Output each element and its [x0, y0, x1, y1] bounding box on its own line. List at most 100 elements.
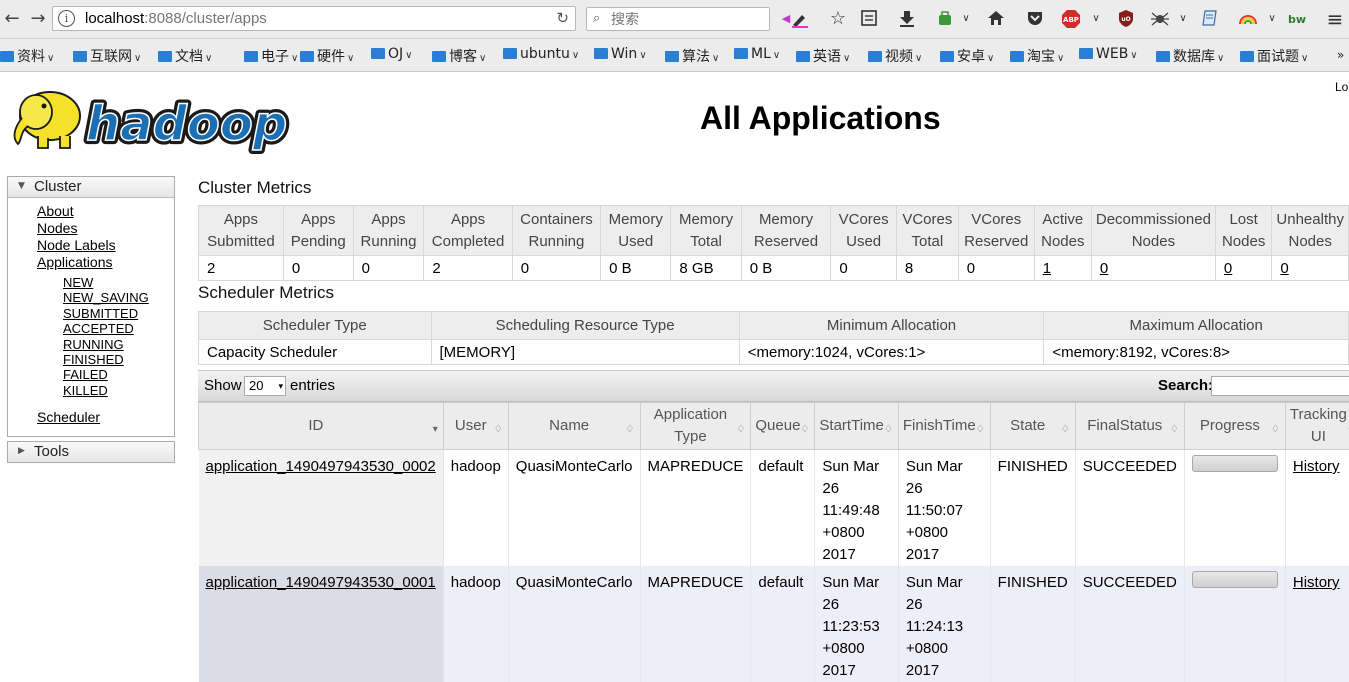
forward-button[interactable]: →	[28, 8, 48, 30]
column-header-start-time[interactable]: StartTime♢	[815, 403, 898, 450]
metric-header: UnhealthyNodes	[1272, 206, 1349, 256]
tools-nav-header[interactable]: ▶ Tools	[8, 442, 174, 462]
nav-applications[interactable]: Applications	[37, 254, 113, 270]
tracking-history-link[interactable]: History	[1293, 458, 1340, 475]
bookmark-folder-7[interactable]: ubuntu∨	[503, 46, 579, 62]
search-label: Search:	[1158, 377, 1213, 394]
bookmark-folder-11[interactable]: 英语∨	[796, 46, 850, 66]
cluster-nav-header[interactable]: ▼ Cluster	[8, 177, 174, 198]
metric-header-line: Memory	[605, 209, 666, 231]
adblock-dropdown-icon[interactable]: ∨	[1086, 9, 1106, 29]
bookmark-folder-2[interactable]: 文档∨	[158, 46, 212, 66]
column-header-label: Type	[645, 426, 737, 448]
app-finish-time: Sun Mar 2611:24:13+0800 2017	[898, 566, 990, 682]
metric-header-line: Running	[358, 231, 420, 253]
elephant-icon	[15, 92, 80, 148]
bookmark-label: 算法	[682, 49, 710, 65]
nav-about[interactable]: About	[37, 203, 74, 219]
bookmark-folder-10[interactable]: ML∨	[734, 46, 780, 62]
bookmark-folder-3[interactable]: 电子∨	[244, 46, 298, 66]
app-id-link[interactable]: application_1490497943530_0001	[206, 574, 436, 591]
metric-link[interactable]: 0	[1280, 260, 1288, 277]
chevron-down-icon: ∨	[347, 53, 354, 64]
metric-header-line: Unhealthy	[1276, 209, 1344, 231]
metric-link[interactable]: 0	[1224, 260, 1232, 277]
bookmark-folder-14[interactable]: 淘宝∨	[1010, 46, 1064, 66]
nav-state-submitted[interactable]: SUBMITTED	[63, 306, 138, 321]
column-header-final-status[interactable]: FinalStatus♢	[1075, 403, 1184, 450]
nav-state-accepted[interactable]: ACCEPTED	[63, 321, 134, 336]
column-header-label: FinishTime	[903, 415, 976, 437]
metric-value: 0	[283, 256, 353, 281]
nav-state-new[interactable]: NEW	[63, 275, 93, 290]
rainbow-dropdown-icon[interactable]: ∨	[1262, 9, 1282, 29]
spider-dropdown-icon[interactable]: ∨	[1173, 9, 1193, 29]
app-user: hadoop	[443, 566, 508, 682]
app-name: QuasiMonteCarlo	[508, 450, 640, 567]
column-header-user[interactable]: User♢	[443, 403, 508, 450]
nav-scheduler[interactable]: Scheduler	[37, 409, 100, 425]
bookmark-folder-17[interactable]: 面试题∨	[1240, 46, 1308, 66]
ublock-icon[interactable]: uO	[1116, 9, 1136, 29]
home-icon[interactable]	[986, 9, 1006, 29]
bookmark-folder-4[interactable]: 硬件∨	[300, 46, 354, 66]
bookmark-folder-8[interactable]: Win∨	[594, 46, 647, 62]
nav-state-new-saving[interactable]: NEW_SAVING	[63, 290, 149, 305]
address-bar[interactable]: i localhost:8088/cluster/apps ↻	[52, 6, 576, 31]
back-button[interactable]: ←	[2, 8, 22, 30]
bookmark-folder-12[interactable]: 视频∨	[868, 46, 922, 66]
nav-state-finished[interactable]: FINISHED	[63, 352, 124, 367]
column-header-id[interactable]: ID▾	[199, 403, 444, 450]
metric-header-line: Submitted	[203, 231, 279, 253]
nav-nodes[interactable]: Nodes	[37, 220, 77, 236]
bookmark-folder-16[interactable]: 数据库∨	[1156, 46, 1224, 66]
metric-link[interactable]: 0	[1100, 260, 1108, 277]
column-header-name[interactable]: Name♢	[508, 403, 640, 450]
bookmarks-overflow-button[interactable]: »	[1337, 48, 1344, 62]
adblock-icon[interactable]: ABP	[1061, 9, 1081, 29]
column-header-application-type[interactable]: ApplicationType♢	[640, 403, 751, 450]
notes-icon[interactable]	[1200, 9, 1220, 29]
nav-state-failed[interactable]: FAILED	[63, 367, 108, 382]
extension-dropdown-icon[interactable]: ∨	[956, 9, 976, 29]
bw-icon[interactable]: bw	[1287, 9, 1307, 29]
bookmark-folder-5[interactable]: OJ∨	[371, 46, 412, 62]
page-size-select[interactable]: 20▾	[244, 376, 286, 396]
table-search-input[interactable]	[1211, 376, 1349, 396]
app-id-link[interactable]: application_1490497943530_0002	[206, 458, 436, 475]
site-info-icon[interactable]: i	[58, 10, 75, 27]
search-input[interactable]	[609, 10, 763, 30]
column-header-tracking-ui[interactable]: TrackingUI♢	[1285, 403, 1349, 450]
app-final-status: SUCCEEDED	[1075, 450, 1184, 567]
finish-time-line: +0800 2017	[906, 522, 983, 566]
highlighter-icon[interactable]	[790, 9, 810, 29]
download-icon[interactable]	[897, 9, 917, 29]
bookmark-folder-6[interactable]: 博客∨	[432, 46, 486, 66]
bookmark-folder-9[interactable]: 算法∨	[665, 46, 719, 66]
metric-link[interactable]: 1	[1043, 260, 1051, 277]
metric-header-line: Used	[835, 231, 892, 253]
reading-list-icon[interactable]	[859, 9, 879, 29]
search-box[interactable]: ⌕	[586, 7, 770, 31]
nav-state-running[interactable]: RUNNING	[63, 337, 124, 352]
column-header-state[interactable]: State♢	[990, 403, 1075, 450]
bookmark-folder-13[interactable]: 安卓∨	[940, 46, 994, 66]
bookmark-folder-1[interactable]: 互联网∨	[73, 46, 141, 66]
bookmark-star-icon[interactable]: ☆	[828, 9, 848, 29]
extension-icon[interactable]	[935, 9, 955, 29]
menu-icon[interactable]: ≡	[1325, 9, 1345, 29]
folder-icon	[1240, 51, 1254, 62]
rainbow-icon[interactable]	[1238, 9, 1258, 29]
tracking-history-link[interactable]: History	[1293, 574, 1340, 591]
spider-icon[interactable]	[1150, 9, 1170, 29]
metric-header: AppsRunning	[353, 206, 424, 256]
column-header-queue[interactable]: Queue♢	[751, 403, 815, 450]
nav-state-killed[interactable]: KILLED	[63, 383, 108, 398]
reload-icon[interactable]: ↻	[556, 9, 569, 27]
column-header-progress[interactable]: Progress♢	[1184, 403, 1285, 450]
pocket-icon[interactable]	[1025, 9, 1045, 29]
column-header-finish-time[interactable]: FinishTime♢	[898, 403, 990, 450]
bookmark-folder-15[interactable]: WEB∨	[1079, 46, 1138, 62]
nav-node-labels[interactable]: Node Labels	[37, 237, 116, 253]
bookmark-folder-0[interactable]: 资料∨	[0, 46, 54, 66]
